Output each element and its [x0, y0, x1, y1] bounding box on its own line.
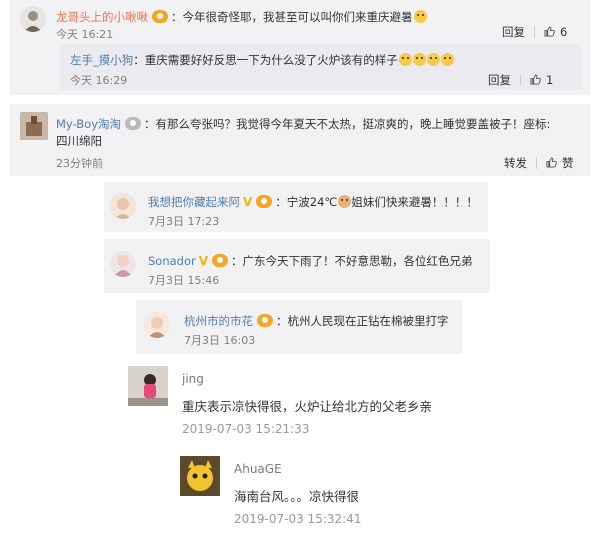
- vip-badge-icon: [256, 195, 273, 208]
- username[interactable]: 我想把你藏起来阿: [148, 195, 240, 209]
- like-button[interactable]: 赞: [562, 156, 574, 170]
- username[interactable]: jing: [182, 372, 204, 386]
- vip-badge-icon: [152, 10, 168, 23]
- comment-header: 我想把你藏起来阿 V ：宁波24℃ 姐妹们快来避暑！！！！: [148, 191, 478, 210]
- reply-header: 左手_摸小狗：重庆需要好好反思一下为什么没了火炉该有的样子: [70, 49, 454, 68]
- timestamp: 2019-07-03 15:21:33: [182, 422, 310, 436]
- comment-text-line1: ：有那么夸张吗？我觉得今年夏天不太热，挺凉爽的，晚上睡觉要盖被子！座标:: [144, 117, 551, 131]
- dog-emoji-icon: [426, 53, 440, 66]
- avatar[interactable]: [20, 112, 48, 140]
- username[interactable]: 杭州市的市花: [184, 314, 253, 328]
- comment-text: ：宁波24℃: [275, 195, 338, 209]
- comment-plain-1: jing 重庆表示凉快得很，火炉让给北方的父老乡亲 2019-07-03 15:…: [128, 366, 508, 444]
- divider: [536, 157, 537, 169]
- smile-emoji-icon: [413, 10, 427, 23]
- comment-text: ：杭州人民现在正钻在棉被里打字: [276, 314, 449, 328]
- reply-username[interactable]: 左手_摸小狗: [70, 53, 133, 67]
- reply-actions: 回复 1: [488, 72, 553, 88]
- username[interactable]: Sonador: [148, 254, 196, 268]
- username[interactable]: AhuaGE: [234, 462, 282, 476]
- timestamp: 7月3日 16:03: [184, 334, 256, 347]
- comment-text-tail: 姐妹们快来避暑！！！！: [351, 195, 478, 209]
- comment-card-1: 龙哥头上的小啾啾 ：今年很奇怪耶，我甚至可以叫你们来重庆避暑 今天 16:21 回…: [10, 0, 590, 95]
- username[interactable]: My-Boy淘淘: [56, 117, 121, 131]
- comment-text: 重庆表示凉快得很，火炉让给北方的父老乡亲: [182, 399, 433, 414]
- avatar[interactable]: [110, 193, 136, 219]
- comment-text: ：广东今天下雨了！不好意思勒，各位红色兄弟: [231, 254, 473, 268]
- comment-text-line2: 四川绵阳: [56, 134, 102, 148]
- comment-card-3: 我想把你藏起来阿 V ：宁波24℃ 姐妹们快来避暑！！！！ 7月3日 17:23: [104, 182, 488, 232]
- timestamp: 2019-07-03 15:32:41: [234, 512, 362, 526]
- thumbs-up-icon[interactable]: [530, 74, 541, 85]
- reply-button[interactable]: 回复: [502, 25, 525, 39]
- comment-text: 海南台风。。。凉快得很: [234, 489, 360, 504]
- avatar[interactable]: [180, 456, 220, 496]
- vip-badge-icon: [257, 314, 273, 327]
- avatar[interactable]: [144, 312, 170, 338]
- dog-emoji-icon: [412, 53, 426, 66]
- comment-header: Sonador V ：广东今天下雨了！不好意思勒，各位红色兄弟: [148, 250, 473, 269]
- comment-card-4: Sonador V ：广东今天下雨了！不好意思勒，各位红色兄弟 7月3日 15:46: [104, 239, 490, 293]
- comment-header: 杭州市的市花 ：杭州人民现在正钻在棉被里打字: [184, 310, 449, 329]
- reply-text: ：重庆需要好好反思一下为什么没了火炉该有的样子: [133, 53, 398, 67]
- timestamp: 今天 16:21: [56, 28, 114, 41]
- thumbs-up-icon[interactable]: [546, 157, 557, 168]
- avatar[interactable]: [20, 6, 46, 32]
- like-count: 1: [546, 73, 554, 87]
- verified-v-icon: V: [243, 195, 253, 209]
- username[interactable]: 龙哥头上的小啾啾: [56, 10, 148, 24]
- dog-emoji-icon: [440, 53, 454, 66]
- level-badge-icon: [125, 117, 141, 130]
- avatar[interactable]: [110, 251, 136, 277]
- divider: [534, 26, 535, 38]
- timestamp: 23分钟前: [56, 157, 103, 170]
- timestamp: 7月3日 17:23: [148, 215, 220, 228]
- comment-text: ：今年很奇怪耶，我甚至可以叫你们来重庆避暑: [171, 10, 413, 24]
- comment-plain-2: AhuaGE 海南台风。。。凉快得很 2019-07-03 15:32:41: [180, 456, 440, 534]
- reply-button[interactable]: 回复: [488, 73, 511, 87]
- comment-header: 龙哥头上的小啾啾 ：今年很奇怪耶，我甚至可以叫你们来重庆避暑: [56, 6, 427, 25]
- comment-card-5: 杭州市的市花 ：杭州人民现在正钻在棉被里打字 7月3日 16:03: [136, 300, 462, 354]
- comment-actions: 回复 6: [502, 24, 567, 40]
- reply-timestamp: 今天 16:29: [70, 74, 128, 87]
- dog-emoji-icon: [398, 53, 412, 66]
- like-count: 6: [560, 25, 568, 39]
- avatar[interactable]: [128, 366, 168, 406]
- comment-actions: 转发 赞: [504, 155, 574, 171]
- nested-reply: 左手_摸小狗：重庆需要好好反思一下为什么没了火炉该有的样子 今天 16:29 回…: [60, 44, 582, 90]
- share-button[interactable]: 转发: [504, 156, 527, 170]
- verified-v-icon: V: [198, 254, 209, 268]
- thumbs-up-icon[interactable]: [544, 26, 555, 37]
- face-emoji-icon: [338, 195, 352, 208]
- comment-header: My-Boy淘淘 ：有那么夸张吗？我觉得今年夏天不太热，挺凉爽的，晚上睡觉要盖被子…: [56, 113, 550, 132]
- timestamp: 7月3日 15:46: [148, 274, 220, 287]
- comment-card-2: My-Boy淘淘 ：有那么夸张吗？我觉得今年夏天不太热，挺凉爽的，晚上睡觉要盖被子…: [10, 104, 590, 176]
- vip-badge-icon: [212, 254, 229, 267]
- divider: [520, 74, 521, 86]
